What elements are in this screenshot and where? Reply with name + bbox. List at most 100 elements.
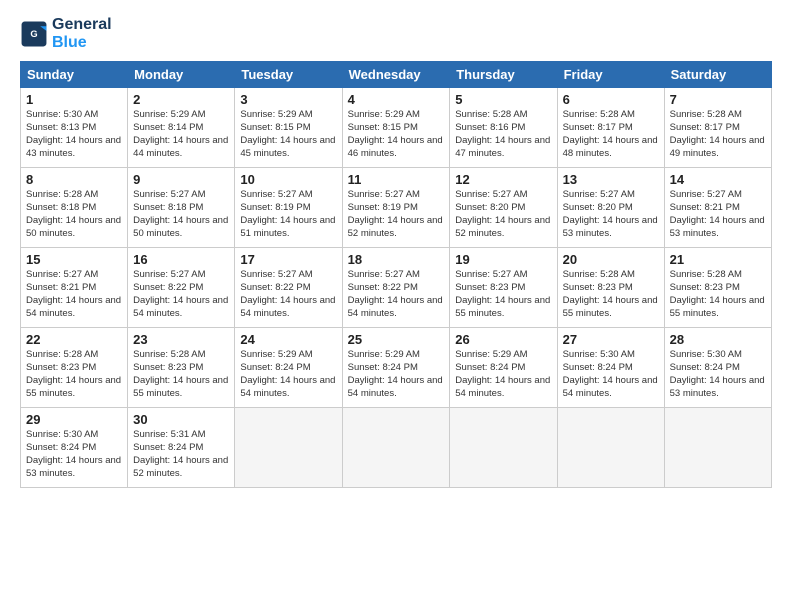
day-info: Sunrise: 5:27 AMSunset: 8:20 PMDaylight:… bbox=[455, 189, 551, 240]
day-cell: 21 Sunrise: 5:28 AMSunset: 8:23 PMDaylig… bbox=[664, 248, 771, 328]
calendar-week-5: 29 Sunrise: 5:30 AMSunset: 8:24 PMDaylig… bbox=[21, 408, 772, 488]
col-tuesday: Tuesday bbox=[235, 62, 342, 88]
day-info: Sunrise: 5:27 AMSunset: 8:22 PMDaylight:… bbox=[240, 269, 336, 320]
empty-cell bbox=[235, 408, 342, 488]
day-number: 28 bbox=[670, 332, 766, 347]
day-number: 13 bbox=[563, 172, 659, 187]
col-sunday: Sunday bbox=[21, 62, 128, 88]
day-info: Sunrise: 5:29 AMSunset: 8:15 PMDaylight:… bbox=[348, 109, 445, 160]
day-info: Sunrise: 5:30 AMSunset: 8:24 PMDaylight:… bbox=[670, 349, 766, 400]
day-info: Sunrise: 5:28 AMSunset: 8:16 PMDaylight:… bbox=[455, 109, 551, 160]
day-cell: 23 Sunrise: 5:28 AMSunset: 8:23 PMDaylig… bbox=[128, 328, 235, 408]
day-cell: 20 Sunrise: 5:28 AMSunset: 8:23 PMDaylig… bbox=[557, 248, 664, 328]
logo-icon: G bbox=[20, 20, 48, 48]
day-cell: 8 Sunrise: 5:28 AMSunset: 8:18 PMDayligh… bbox=[21, 168, 128, 248]
day-info: Sunrise: 5:27 AMSunset: 8:18 PMDaylight:… bbox=[133, 189, 229, 240]
day-number: 25 bbox=[348, 332, 445, 347]
day-info: Sunrise: 5:28 AMSunset: 8:23 PMDaylight:… bbox=[563, 269, 659, 320]
empty-cell bbox=[342, 408, 450, 488]
day-number: 6 bbox=[563, 92, 659, 107]
day-number: 12 bbox=[455, 172, 551, 187]
day-number: 8 bbox=[26, 172, 122, 187]
logo: G GeneralBlue bbox=[20, 16, 112, 51]
logo-text: GeneralBlue bbox=[52, 16, 112, 51]
calendar-table: Sunday Monday Tuesday Wednesday Thursday… bbox=[20, 61, 772, 488]
day-number: 29 bbox=[26, 412, 122, 427]
col-monday: Monday bbox=[128, 62, 235, 88]
page-header: G GeneralBlue bbox=[20, 16, 772, 51]
calendar-body: 1 Sunrise: 5:30 AMSunset: 8:13 PMDayligh… bbox=[21, 88, 772, 488]
day-number: 27 bbox=[563, 332, 659, 347]
day-cell: 11 Sunrise: 5:27 AMSunset: 8:19 PMDaylig… bbox=[342, 168, 450, 248]
empty-cell bbox=[557, 408, 664, 488]
day-cell: 28 Sunrise: 5:30 AMSunset: 8:24 PMDaylig… bbox=[664, 328, 771, 408]
day-number: 16 bbox=[133, 252, 229, 267]
day-cell: 3 Sunrise: 5:29 AMSunset: 8:15 PMDayligh… bbox=[235, 88, 342, 168]
day-cell: 2 Sunrise: 5:29 AMSunset: 8:14 PMDayligh… bbox=[128, 88, 235, 168]
day-info: Sunrise: 5:29 AMSunset: 8:24 PMDaylight:… bbox=[240, 349, 336, 400]
day-cell: 18 Sunrise: 5:27 AMSunset: 8:22 PMDaylig… bbox=[342, 248, 450, 328]
day-info: Sunrise: 5:28 AMSunset: 8:17 PMDaylight:… bbox=[670, 109, 766, 160]
empty-cell bbox=[450, 408, 557, 488]
day-cell: 9 Sunrise: 5:27 AMSunset: 8:18 PMDayligh… bbox=[128, 168, 235, 248]
day-info: Sunrise: 5:28 AMSunset: 8:23 PMDaylight:… bbox=[670, 269, 766, 320]
day-info: Sunrise: 5:27 AMSunset: 8:21 PMDaylight:… bbox=[26, 269, 122, 320]
day-cell: 17 Sunrise: 5:27 AMSunset: 8:22 PMDaylig… bbox=[235, 248, 342, 328]
day-info: Sunrise: 5:27 AMSunset: 8:22 PMDaylight:… bbox=[133, 269, 229, 320]
day-info: Sunrise: 5:29 AMSunset: 8:14 PMDaylight:… bbox=[133, 109, 229, 160]
day-info: Sunrise: 5:28 AMSunset: 8:18 PMDaylight:… bbox=[26, 189, 122, 240]
day-number: 21 bbox=[670, 252, 766, 267]
col-friday: Friday bbox=[557, 62, 664, 88]
day-cell: 1 Sunrise: 5:30 AMSunset: 8:13 PMDayligh… bbox=[21, 88, 128, 168]
day-cell: 30 Sunrise: 5:31 AMSunset: 8:24 PMDaylig… bbox=[128, 408, 235, 488]
day-info: Sunrise: 5:27 AMSunset: 8:21 PMDaylight:… bbox=[670, 189, 766, 240]
day-number: 3 bbox=[240, 92, 336, 107]
day-cell: 25 Sunrise: 5:29 AMSunset: 8:24 PMDaylig… bbox=[342, 328, 450, 408]
empty-cell bbox=[664, 408, 771, 488]
col-saturday: Saturday bbox=[664, 62, 771, 88]
day-cell: 10 Sunrise: 5:27 AMSunset: 8:19 PMDaylig… bbox=[235, 168, 342, 248]
calendar-header-row: Sunday Monday Tuesday Wednesday Thursday… bbox=[21, 62, 772, 88]
day-info: Sunrise: 5:28 AMSunset: 8:23 PMDaylight:… bbox=[26, 349, 122, 400]
day-info: Sunrise: 5:27 AMSunset: 8:19 PMDaylight:… bbox=[348, 189, 445, 240]
day-cell: 29 Sunrise: 5:30 AMSunset: 8:24 PMDaylig… bbox=[21, 408, 128, 488]
calendar-week-4: 22 Sunrise: 5:28 AMSunset: 8:23 PMDaylig… bbox=[21, 328, 772, 408]
day-cell: 26 Sunrise: 5:29 AMSunset: 8:24 PMDaylig… bbox=[450, 328, 557, 408]
day-number: 1 bbox=[26, 92, 122, 107]
day-number: 15 bbox=[26, 252, 122, 267]
day-number: 2 bbox=[133, 92, 229, 107]
day-info: Sunrise: 5:28 AMSunset: 8:23 PMDaylight:… bbox=[133, 349, 229, 400]
svg-text:G: G bbox=[30, 29, 37, 39]
day-number: 18 bbox=[348, 252, 445, 267]
day-cell: 22 Sunrise: 5:28 AMSunset: 8:23 PMDaylig… bbox=[21, 328, 128, 408]
day-number: 23 bbox=[133, 332, 229, 347]
day-number: 5 bbox=[455, 92, 551, 107]
day-cell: 24 Sunrise: 5:29 AMSunset: 8:24 PMDaylig… bbox=[235, 328, 342, 408]
day-info: Sunrise: 5:27 AMSunset: 8:19 PMDaylight:… bbox=[240, 189, 336, 240]
day-cell: 19 Sunrise: 5:27 AMSunset: 8:23 PMDaylig… bbox=[450, 248, 557, 328]
day-cell: 14 Sunrise: 5:27 AMSunset: 8:21 PMDaylig… bbox=[664, 168, 771, 248]
day-cell: 13 Sunrise: 5:27 AMSunset: 8:20 PMDaylig… bbox=[557, 168, 664, 248]
day-number: 26 bbox=[455, 332, 551, 347]
day-cell: 7 Sunrise: 5:28 AMSunset: 8:17 PMDayligh… bbox=[664, 88, 771, 168]
day-number: 24 bbox=[240, 332, 336, 347]
day-cell: 4 Sunrise: 5:29 AMSunset: 8:15 PMDayligh… bbox=[342, 88, 450, 168]
calendar-week-1: 1 Sunrise: 5:30 AMSunset: 8:13 PMDayligh… bbox=[21, 88, 772, 168]
col-thursday: Thursday bbox=[450, 62, 557, 88]
day-number: 22 bbox=[26, 332, 122, 347]
day-info: Sunrise: 5:30 AMSunset: 8:13 PMDaylight:… bbox=[26, 109, 122, 160]
day-number: 9 bbox=[133, 172, 229, 187]
day-info: Sunrise: 5:29 AMSunset: 8:24 PMDaylight:… bbox=[348, 349, 445, 400]
calendar-week-3: 15 Sunrise: 5:27 AMSunset: 8:21 PMDaylig… bbox=[21, 248, 772, 328]
day-cell: 6 Sunrise: 5:28 AMSunset: 8:17 PMDayligh… bbox=[557, 88, 664, 168]
day-info: Sunrise: 5:28 AMSunset: 8:17 PMDaylight:… bbox=[563, 109, 659, 160]
day-number: 4 bbox=[348, 92, 445, 107]
day-info: Sunrise: 5:27 AMSunset: 8:22 PMDaylight:… bbox=[348, 269, 445, 320]
day-number: 19 bbox=[455, 252, 551, 267]
day-info: Sunrise: 5:30 AMSunset: 8:24 PMDaylight:… bbox=[563, 349, 659, 400]
calendar-week-2: 8 Sunrise: 5:28 AMSunset: 8:18 PMDayligh… bbox=[21, 168, 772, 248]
day-cell: 12 Sunrise: 5:27 AMSunset: 8:20 PMDaylig… bbox=[450, 168, 557, 248]
day-number: 20 bbox=[563, 252, 659, 267]
day-cell: 16 Sunrise: 5:27 AMSunset: 8:22 PMDaylig… bbox=[128, 248, 235, 328]
day-info: Sunrise: 5:27 AMSunset: 8:20 PMDaylight:… bbox=[563, 189, 659, 240]
